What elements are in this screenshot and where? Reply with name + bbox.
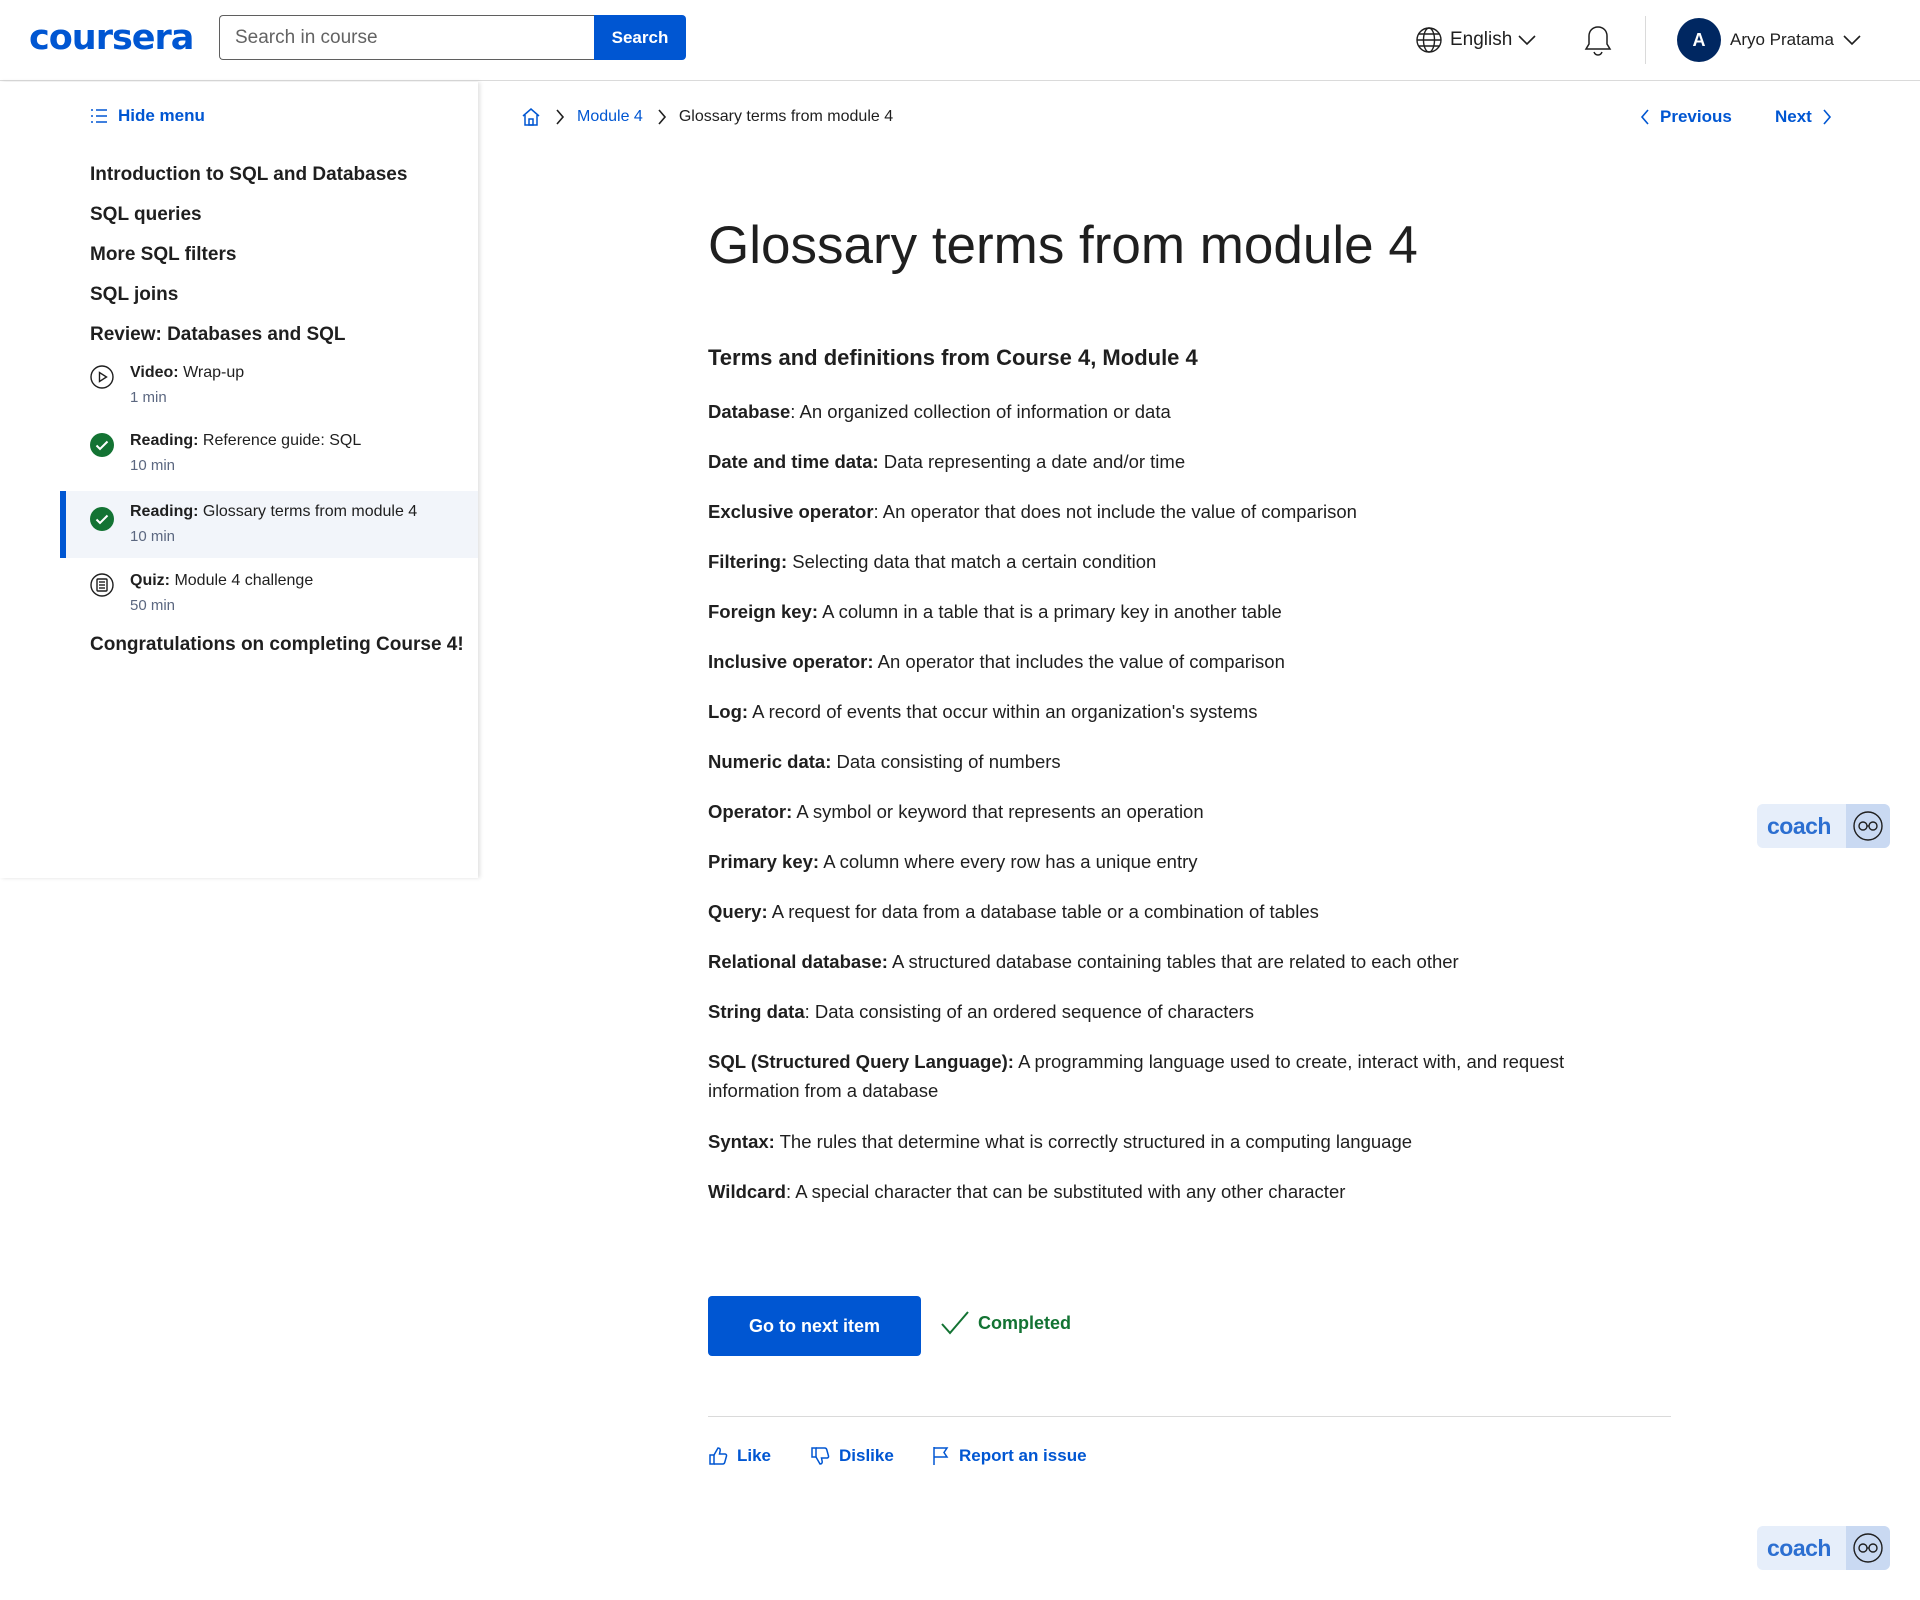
search-button[interactable]: Search: [594, 15, 686, 60]
hide-menu-label: Hide menu: [118, 106, 205, 125]
course-sidebar: Hide menu Introduction to SQL and Databa…: [0, 82, 478, 878]
report-issue-button[interactable]: Report an issue: [932, 1446, 1087, 1466]
play-icon: [90, 365, 114, 389]
sidebar-item-duration: 10 min: [130, 457, 176, 474]
glossary-term: Query: A request for data from a databas…: [708, 901, 1319, 922]
glossary-term: Inclusive operator: An operator that inc…: [708, 651, 1285, 672]
go-to-next-item-button[interactable]: Go to next item: [708, 1296, 921, 1356]
sidebar-item-reading-glossary[interactable]: Reading: Glossary terms from module 4 10…: [60, 491, 478, 558]
completed-label: Completed: [978, 1312, 1072, 1333]
course-search: Search: [219, 15, 686, 60]
glossary-term: Log: A record of events that occur withi…: [708, 701, 1258, 722]
chevron-right-icon: [658, 109, 666, 125]
thumbs-up-icon: [709, 1447, 728, 1465]
completed-status: Completed: [940, 1310, 1071, 1336]
language-selector[interactable]: English: [1414, 25, 1536, 55]
like-button[interactable]: Like: [708, 1446, 771, 1466]
glossary-term: SQL (Structured Query Language): A progr…: [708, 1051, 1565, 1101]
sidebar-module-intro[interactable]: Introduction to SQL and Databases: [90, 164, 407, 186]
coach-label: coach: [1767, 1534, 1831, 1561]
next-label: Next: [1775, 107, 1812, 126]
check-icon: [941, 1311, 969, 1335]
chevron-right-icon: [556, 109, 565, 125]
sidebar-module-more-filters[interactable]: More SQL filters: [90, 244, 236, 266]
glossary-term: Primary key: A column where every row ha…: [708, 851, 1198, 872]
chevron-left-icon: [1640, 109, 1649, 125]
glossary-term: Relational database: A structured databa…: [708, 951, 1459, 972]
search-input[interactable]: [219, 15, 594, 60]
glossary-term: Wildcard: A special character that can b…: [708, 1181, 1346, 1202]
content-divider: [708, 1416, 1671, 1417]
quiz-icon: [90, 573, 114, 597]
glossary-term: Syntax: The rules that determine what is…: [708, 1131, 1413, 1152]
glossary-term: Date and time data: Data representing a …: [708, 451, 1186, 472]
chevron-down-icon: [1843, 35, 1861, 46]
coursera-logo[interactable]: coursera: [29, 18, 194, 58]
breadcrumb-current: Glossary terms from module 4: [678, 108, 894, 125]
top-header: coursera Search English A Aryo Pratama: [0, 0, 1920, 81]
glossary-term: Filtering: Selecting data that match a c…: [708, 551, 1157, 572]
previous-label: Previous: [1660, 107, 1732, 126]
sidebar-item-quiz-challenge[interactable]: Quiz: Module 4 challenge 50 min: [60, 565, 478, 632]
report-issue-label: Report an issue: [959, 1446, 1087, 1465]
language-label: English: [1450, 29, 1513, 50]
glossary-term: Database: An organized collection of inf…: [708, 401, 1171, 422]
home-icon[interactable]: [521, 107, 541, 127]
thumbs-down-icon: [811, 1447, 830, 1465]
sidebar-item-duration: 10 min: [130, 528, 176, 545]
sidebar-item-title: Quiz: Module 4 challenge: [130, 572, 314, 589]
like-label: Like: [737, 1446, 772, 1465]
sidebar-module-sql-queries[interactable]: SQL queries: [90, 204, 202, 226]
avatar: A: [1677, 18, 1721, 62]
glossary-term: Numeric data: Data consisting of numbers: [708, 751, 1061, 772]
coach-glasses-icon: [1846, 804, 1890, 848]
sidebar-item-title: Reading: Reference guide: SQL: [130, 432, 362, 449]
dislike-label: Dislike: [839, 1446, 894, 1465]
previous-button[interactable]: Previous: [1640, 107, 1732, 127]
coach-label: coach: [1767, 812, 1831, 839]
breadcrumb: Module 4 Glossary terms from module 4: [521, 107, 893, 127]
chevron-right-icon: [1823, 109, 1831, 125]
header-divider: [1645, 16, 1646, 64]
sidebar-item-reading-reference[interactable]: Reading: Reference guide: SQL 10 min: [60, 425, 478, 492]
page-title: Glossary terms from module 4: [708, 216, 1418, 275]
coach-glasses-icon: [1846, 1526, 1890, 1570]
glossary-term: Foreign key: A column in a table that is…: [708, 601, 1282, 622]
user-menu[interactable]: A Aryo Pratama: [1677, 18, 1861, 62]
bell-icon: [1584, 26, 1612, 56]
next-button[interactable]: Next: [1775, 107, 1832, 127]
sidebar-item-duration: 50 min: [130, 597, 176, 614]
dislike-button[interactable]: Dislike: [810, 1446, 894, 1466]
sidebar-item-duration: 1 min: [130, 389, 167, 406]
list-icon: [91, 109, 107, 123]
sidebar-item-title: Video: Wrap-up: [130, 364, 245, 381]
sidebar-module-congratulations[interactable]: Congratulations on completing Course 4!: [90, 634, 464, 656]
sidebar-module-review[interactable]: Review: Databases and SQL: [90, 324, 346, 346]
coach-button[interactable]: coach: [1757, 804, 1890, 848]
sidebar-item-title: Reading: Glossary terms from module 4: [130, 503, 418, 520]
glossary-term: String data: Data consisting of an order…: [708, 1001, 1255, 1022]
sidebar-module-sql-joins[interactable]: SQL joins: [90, 284, 178, 306]
hide-menu-button[interactable]: Hide menu: [90, 106, 205, 126]
sidebar-item-video-wrapup[interactable]: Video: Wrap-up 1 min: [60, 357, 478, 424]
completed-check-icon: [90, 507, 114, 531]
completed-check-icon: [90, 433, 114, 457]
flag-icon: [933, 1447, 949, 1465]
notifications-button[interactable]: [1583, 24, 1613, 63]
glossary-term: Exclusive operator: An operator that doe…: [708, 501, 1357, 522]
glossary-term: Operator: A symbol or keyword that repre…: [708, 801, 1204, 822]
user-name: Aryo Pratama: [1730, 30, 1834, 49]
chevron-down-icon: [1518, 35, 1536, 46]
globe-icon: [1416, 27, 1442, 53]
breadcrumb-module[interactable]: Module 4: [577, 108, 643, 126]
coach-button[interactable]: coach: [1757, 1526, 1890, 1570]
section-subtitle: Terms and definitions from Course 4, Mod…: [708, 345, 1198, 370]
